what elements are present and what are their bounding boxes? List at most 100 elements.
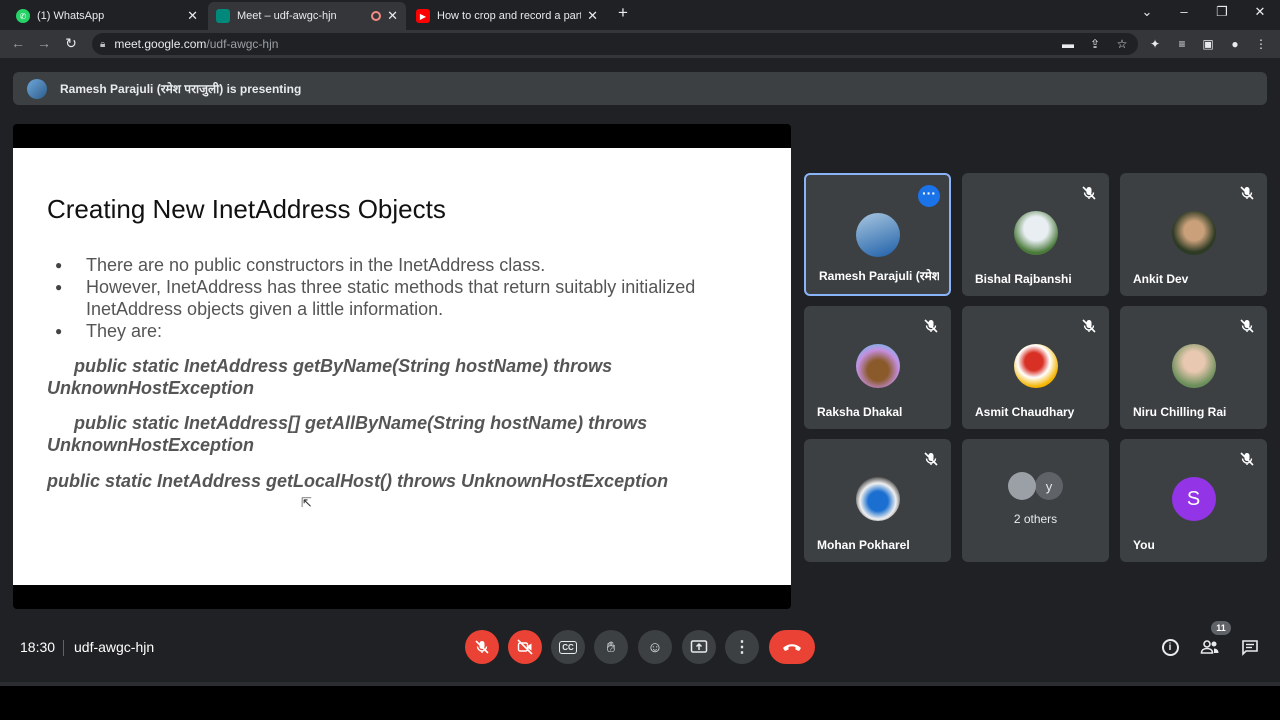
close-tab-icon[interactable]: ✕: [587, 8, 598, 24]
avatar: [1171, 344, 1216, 388]
profile-icon[interactable]: ●: [1227, 37, 1243, 51]
signature-line: public static InetAddress getByName(Stri…: [74, 356, 613, 376]
google-meet-icon: [216, 9, 230, 23]
chat-icon[interactable]: [1239, 636, 1261, 658]
tab-label: Meet – udf-awgc-hjn: [237, 10, 337, 22]
participant-name: You: [1133, 538, 1155, 552]
extensions-icon[interactable]: ✦: [1147, 37, 1163, 51]
media-control-icon[interactable]: ≡: [1174, 37, 1190, 51]
taskbar-strip: [0, 682, 1280, 720]
participant-tile[interactable]: Raksha Dhakal: [804, 306, 951, 429]
shared-screen[interactable]: Creating New InetAddress Objects There a…: [13, 124, 791, 609]
tab-label: How to crop and record a particu: [437, 10, 582, 22]
avatar: S: [1171, 477, 1216, 521]
reactions-button[interactable]: ☺: [638, 630, 672, 664]
avatar: [1008, 472, 1036, 500]
more-options-button[interactable]: ⋮: [725, 630, 759, 664]
leave-call-button[interactable]: [769, 630, 815, 664]
menu-icon[interactable]: ⋮: [1253, 37, 1269, 51]
participant-tile-others[interactable]: y 2 others: [962, 439, 1109, 562]
participant-tile[interactable]: Asmit Chaudhary: [962, 306, 1109, 429]
bullet-item: However, InetAddress has three static me…: [55, 276, 755, 320]
tab-label: (1) WhatsApp: [37, 10, 105, 22]
present-screen-icon: [690, 640, 708, 653]
bullet-item: They are:: [55, 320, 755, 342]
reload-icon[interactable]: ↻: [63, 35, 79, 52]
avatar: [1171, 211, 1216, 255]
others-label: 2 others: [1013, 512, 1058, 526]
side-panel-icon[interactable]: ▣: [1200, 37, 1216, 51]
closed-captions-icon: CC: [559, 640, 577, 654]
people-icon[interactable]: [1199, 636, 1221, 658]
meeting-details-icon[interactable]: i: [1159, 636, 1181, 658]
signature-line: public static InetAddress[] getAllByName…: [74, 413, 648, 433]
tab-search-icon[interactable]: ⌄: [1137, 4, 1157, 20]
participant-count-badge: 11: [1211, 621, 1231, 635]
participant-name: Niru Chilling Rai: [1133, 405, 1227, 419]
hand-icon: ✋︎: [606, 638, 616, 656]
present-button[interactable]: [682, 630, 716, 664]
tab-youtube[interactable]: ▶ How to crop and record a particu ✕: [408, 2, 606, 30]
mic-toggle-button[interactable]: [465, 630, 499, 664]
bookmark-star-icon[interactable]: ☆: [1114, 37, 1130, 51]
participant-name: Bishal Rajbanshi: [975, 272, 1072, 286]
url-path: /udf-awgc-hjn: [206, 37, 279, 51]
mic-off-icon: [1082, 319, 1096, 333]
avatar: [855, 477, 900, 521]
captions-button[interactable]: CC: [551, 630, 585, 664]
meeting-control-bar: 18:30 udf-awgc-hjn CC ✋︎ ☺ ⋮ i 11: [0, 621, 1280, 672]
close-tab-icon[interactable]: ✕: [387, 8, 398, 24]
method-signature: public static InetAddress getByName(Stri…: [47, 355, 777, 399]
participant-tile[interactable]: Mohan Pokharel: [804, 439, 951, 562]
recording-indicator-icon: [371, 11, 382, 21]
camera-off-icon: [517, 639, 533, 655]
tab-meet[interactable]: Meet – udf-awgc-hjn ✕: [208, 2, 406, 30]
participant-tile[interactable]: Bishal Rajbanshi: [962, 173, 1109, 296]
more-options-icon[interactable]: ···: [918, 185, 940, 207]
mic-off-icon: [1240, 452, 1254, 466]
forward-arrow-icon[interactable]: →: [36, 35, 52, 51]
participant-name: Ankit Dev: [1133, 272, 1189, 286]
signature-line: public static InetAddress getLocalHost()…: [47, 471, 669, 491]
avatar: [1013, 211, 1058, 255]
participant-tile[interactable]: Ankit Dev: [1120, 173, 1267, 296]
participant-tile[interactable]: ··· Ramesh Parajuli (रमेश पराजुली): [804, 173, 951, 296]
maximize-button[interactable]: ❐: [1212, 4, 1232, 20]
close-window-button[interactable]: ✕: [1250, 4, 1270, 20]
slide-bullets: There are no public constructors in the …: [55, 254, 755, 342]
back-arrow-icon[interactable]: ←: [10, 35, 26, 51]
participant-tile-self[interactable]: S You: [1120, 439, 1267, 562]
camera-toggle-button[interactable]: [508, 630, 542, 664]
avatar: [1013, 344, 1058, 388]
new-tab-button[interactable]: +: [613, 3, 633, 23]
camera-icon[interactable]: ▬: [1060, 37, 1076, 51]
mic-off-icon: [1240, 186, 1254, 200]
meeting-code: udf-awgc-hjn: [74, 639, 155, 655]
participant-name: Ramesh Parajuli (रमेश पराजुली): [819, 269, 939, 283]
raise-hand-button[interactable]: ✋︎: [594, 630, 628, 664]
participant-name: Raksha Dhakal: [817, 405, 903, 419]
signature-line: UnknownHostException: [47, 435, 255, 455]
tab-whatsapp[interactable]: ✆ (1) WhatsApp ✕: [8, 2, 206, 30]
close-tab-icon[interactable]: ✕: [187, 8, 198, 24]
address-bar[interactable]: 🔒︎ meet.google.com/udf-awgc-hjn: [92, 33, 1138, 55]
more-vert-icon: ⋮: [734, 639, 750, 656]
mic-off-icon: [1082, 186, 1096, 200]
signature-line: UnknownHostException: [47, 378, 255, 398]
avatar: y: [1035, 472, 1063, 500]
lock-icon: 🔒︎: [100, 38, 106, 50]
participant-tile[interactable]: Niru Chilling Rai: [1120, 306, 1267, 429]
participant-name: Asmit Chaudhary: [975, 405, 1075, 419]
method-signature: public static InetAddress getLocalHost()…: [47, 470, 777, 492]
slide-title: Creating New InetAddress Objects: [47, 194, 446, 224]
emoji-icon: ☺: [647, 638, 663, 656]
browser-toolbar: ← → ↻ 🔒︎ meet.google.com/udf-awgc-hjn ▬ …: [0, 30, 1280, 58]
bullet-item: There are no public constructors in the …: [55, 254, 755, 276]
url-host: meet.google.com: [114, 37, 207, 51]
presenting-text: Ramesh Parajuli (रमेश पराजुली) is presen…: [60, 82, 302, 96]
share-icon[interactable]: ⇪: [1087, 37, 1103, 51]
presentation-slide: Creating New InetAddress Objects There a…: [13, 148, 791, 585]
presenting-banner: Ramesh Parajuli (रमेश पराजुली) is presen…: [13, 72, 1267, 105]
minimize-button[interactable]: –: [1174, 4, 1194, 19]
hang-up-icon: [783, 644, 801, 651]
